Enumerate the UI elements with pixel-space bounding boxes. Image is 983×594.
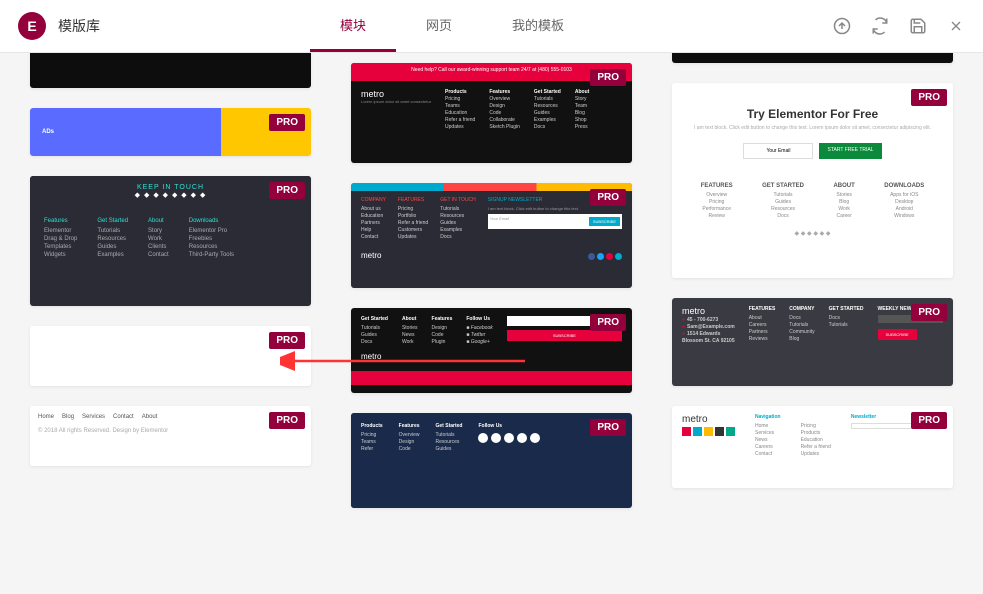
templates-grid: ADs PRO KEEP IN TOUCH ◆ ◆ ◆ ◆ ◆ ◆ ◆ ◆ Fe…: [30, 53, 953, 508]
template-thumb: Try Elementor For Free I am text block. …: [672, 83, 953, 278]
pro-badge: PRO: [590, 189, 626, 206]
modal-header: E 模版库 模块 网页 我的模板: [0, 0, 983, 53]
pro-badge: PRO: [911, 304, 947, 321]
pro-badge: PRO: [911, 412, 947, 429]
brand-logo: metro: [361, 352, 622, 361]
template-card[interactable]: Get StartedTutorialsGuidesDocs AboutStor…: [351, 308, 632, 393]
template-card[interactable]: metro●45 - 700-6273●Sam@Example.com●1514…: [672, 298, 953, 386]
pro-badge: PRO: [269, 114, 305, 131]
template-card[interactable]: Try Elementor For Free I am text block. …: [672, 83, 953, 278]
template-card[interactable]: HomeBlogServicesContactAbout © 2018 All …: [30, 406, 311, 466]
col-head: About: [148, 218, 169, 224]
grid-col-3: Try Elementor For Free I am text block. …: [672, 53, 953, 508]
pro-badge: PRO: [911, 89, 947, 106]
template-card[interactable]: ADs PRO: [30, 108, 311, 156]
template-card[interactable]: metro NavigationHomeServicesNewsCareersC…: [672, 406, 953, 488]
modal-title: 模版库: [58, 16, 100, 36]
import-icon[interactable]: [833, 17, 851, 35]
grid-col-2: Need help? Call our award-winning suppor…: [351, 53, 632, 508]
brand-logo: metro: [361, 251, 381, 260]
template-card[interactable]: [672, 53, 953, 63]
header-actions: [833, 17, 965, 35]
tabs: 模块 网页 我的模板: [310, 0, 594, 52]
close-icon[interactable]: [947, 17, 965, 35]
save-icon[interactable]: [909, 17, 927, 35]
grid-col-1: ADs PRO KEEP IN TOUCH ◆ ◆ ◆ ◆ ◆ ◆ ◆ ◆ Fe…: [30, 53, 311, 508]
pro-badge: PRO: [590, 314, 626, 331]
template-card[interactable]: [30, 53, 311, 88]
elementor-logo: E: [18, 12, 46, 40]
pro-badge: PRO: [590, 419, 626, 436]
social-icons-row: ◆ ◆ ◆ ◆ ◆ ◆: [686, 230, 939, 237]
pro-badge: PRO: [269, 412, 305, 429]
tab-blocks[interactable]: 模块: [310, 0, 396, 52]
thumb-heading: Try Elementor For Free: [686, 107, 939, 121]
template-card[interactable]: Need help? Call our award-winning suppor…: [351, 63, 632, 163]
thumb-label: ADs: [42, 129, 54, 135]
social-icons-row: ◆ ◆ ◆ ◆ ◆ ◆ ◆ ◆: [38, 191, 303, 199]
template-card[interactable]: ProductsPricingTeamsRefer FeaturesOvervi…: [351, 413, 632, 508]
col-head: Features: [44, 218, 77, 224]
template-thumb: [30, 53, 311, 88]
tab-pages[interactable]: 网页: [396, 0, 482, 52]
col-head: Downloads: [189, 218, 234, 224]
template-card[interactable]: COMPANYAbout usEducationPartnersHelpCont…: [351, 183, 632, 288]
template-library-modal: E 模版库 模块 网页 我的模板 ADs PRO: [0, 0, 983, 594]
template-card[interactable]: KEEP IN TOUCH ◆ ◆ ◆ ◆ ◆ ◆ ◆ ◆ FeaturesEl…: [30, 176, 311, 306]
pro-badge: PRO: [269, 332, 305, 349]
template-card[interactable]: PRO: [30, 326, 311, 386]
template-thumb: [672, 53, 953, 63]
pro-badge: PRO: [590, 69, 626, 86]
copyright: © 2018 All rights Reserved. Design by El…: [38, 428, 303, 434]
tab-my-templates[interactable]: 我的模板: [482, 0, 594, 52]
col-head: Get Started: [97, 218, 128, 224]
sync-icon[interactable]: [871, 17, 889, 35]
brand-logo: metro: [682, 414, 735, 425]
templates-content[interactable]: ADs PRO KEEP IN TOUCH ◆ ◆ ◆ ◆ ◆ ◆ ◆ ◆ Fe…: [0, 53, 983, 594]
brand-logo: metro: [682, 306, 735, 316]
pro-badge: PRO: [269, 182, 305, 199]
thumb-heading: KEEP IN TOUCH: [137, 184, 204, 191]
brand-logo: metro: [361, 89, 423, 99]
